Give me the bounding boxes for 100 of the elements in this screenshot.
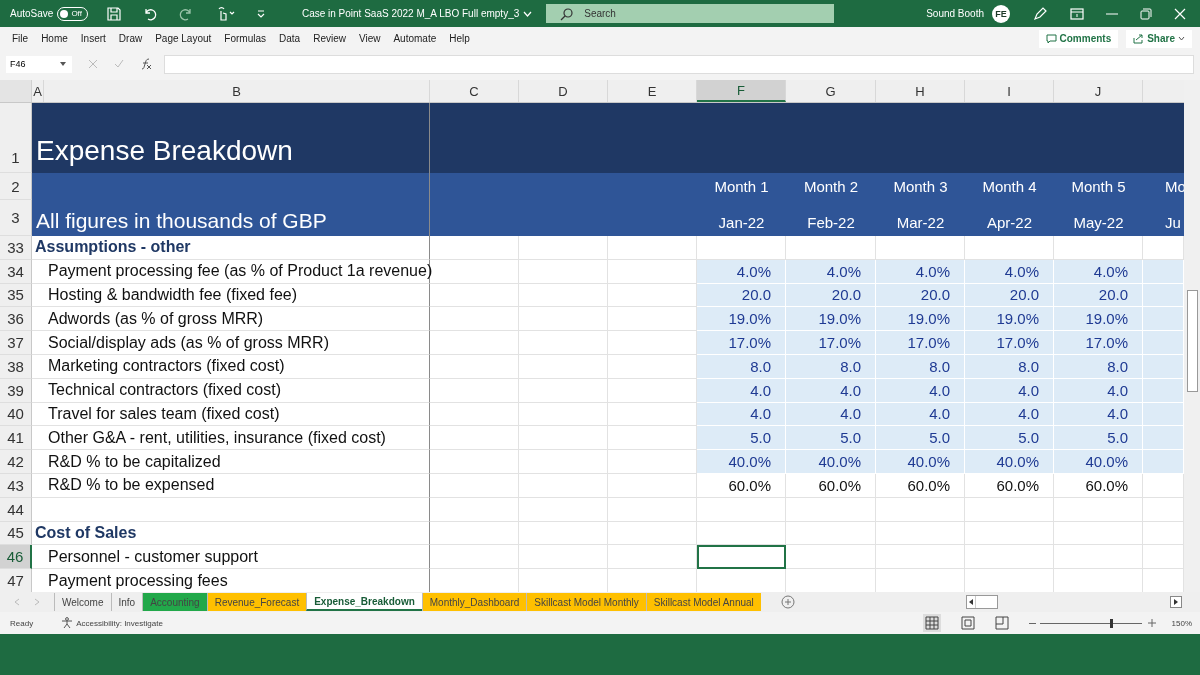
scroll-left-icon[interactable]	[967, 596, 977, 608]
table-cell: 60.0%	[786, 473, 876, 498]
table-cell: 17.0%	[876, 331, 965, 355]
row-header[interactable]: 40	[0, 402, 32, 427]
row-header[interactable]: 1	[0, 103, 32, 173]
sheet-title: Expense Breakdown	[36, 135, 293, 167]
autosave-label: AutoSave	[10, 8, 54, 19]
row-header[interactable]: 3	[0, 200, 32, 236]
menu-tab[interactable]: Data	[273, 33, 307, 44]
close-icon[interactable]	[1174, 7, 1186, 20]
column-header[interactable]: G	[786, 80, 876, 102]
horizontal-scrollbar[interactable]	[966, 595, 999, 609]
table-cell: 4.0%	[1054, 259, 1143, 284]
share-button[interactable]: Share	[1126, 29, 1192, 48]
table-cell: 19.0%	[786, 307, 876, 332]
menu-tab[interactable]: File	[6, 33, 35, 44]
comments-button[interactable]: Comments	[1038, 29, 1119, 48]
month-label: Month 2	[803, 178, 859, 195]
menu-tab[interactable]: Formulas	[218, 33, 273, 44]
column-header[interactable]: J	[1054, 80, 1143, 102]
row-header[interactable]: 43	[0, 473, 32, 498]
accessibility-icon	[61, 617, 74, 629]
row-header[interactable]: 44	[0, 497, 32, 522]
menu-tab[interactable]: Review	[307, 33, 352, 44]
table-cell: 5.0	[1054, 426, 1143, 451]
table-cell: 20.0	[965, 283, 1054, 308]
column-header[interactable]: D	[519, 80, 608, 102]
sheet-tab[interactable]: Revenue_Forecast	[206, 593, 307, 611]
column-header[interactable]: A	[32, 80, 44, 102]
name-box[interactable]: F46	[6, 55, 72, 73]
date-label: Apr-22	[987, 214, 1032, 231]
table-cell	[1143, 402, 1184, 427]
table-cell[interactable]	[697, 545, 786, 570]
search-field[interactable]: Search	[546, 4, 835, 23]
table-cell	[1143, 450, 1184, 474]
menu-tab[interactable]: Page Layout	[149, 33, 218, 44]
page-break-icon[interactable]	[994, 616, 1009, 630]
scroll-right-icon[interactable]	[1170, 596, 1182, 608]
table-cell: 20.0	[1054, 283, 1143, 308]
column-header[interactable]: F	[697, 80, 786, 102]
table-cell: 8.0	[1054, 355, 1143, 379]
column-header[interactable]: B	[44, 80, 430, 102]
customize-icon[interactable]	[255, 8, 266, 19]
share-icon	[1133, 33, 1145, 44]
add-sheet-icon[interactable]	[780, 595, 795, 609]
sheet-tab[interactable]: Welcome	[54, 593, 111, 611]
table-cell: 19.0%	[876, 307, 965, 332]
row-header[interactable]: 2	[0, 173, 32, 200]
date-label: Mar-22	[896, 214, 945, 231]
row-header[interactable]: 38	[0, 355, 32, 379]
sheet-tab[interactable]: Monthly_Dashboard	[421, 593, 527, 611]
row-header[interactable]: 45	[0, 521, 32, 546]
save-icon[interactable]	[105, 5, 122, 22]
restore-icon[interactable]	[1140, 7, 1152, 20]
row-header[interactable]: 36	[0, 307, 32, 332]
zoom-in-icon[interactable]	[1147, 619, 1156, 627]
table-cell: 17.0%	[697, 331, 786, 355]
date-label: Ju	[1165, 214, 1181, 231]
table-cell: 60.0%	[876, 473, 965, 498]
user-name: Sound Booth	[926, 8, 984, 19]
normal-view-icon[interactable]	[922, 614, 941, 632]
table-cell: 40.0%	[697, 450, 786, 474]
column-header[interactable]: C	[430, 80, 519, 102]
function-icon[interactable]	[140, 58, 152, 70]
menu-tab[interactable]: Draw	[112, 33, 149, 44]
menu-tab[interactable]: Automate	[387, 33, 443, 44]
table-cell: 4.0	[876, 378, 965, 403]
formula-field[interactable]	[164, 54, 1194, 74]
ribbon-display-icon[interactable]	[1070, 7, 1084, 20]
row-header[interactable]: 41	[0, 426, 32, 451]
table-cell	[1143, 355, 1184, 379]
row-header[interactable]: 42	[0, 450, 32, 474]
table-cell	[1143, 331, 1184, 355]
user-avatar[interactable]: FE	[992, 4, 1010, 23]
sheet-tab[interactable]: Skillcast Model Monthly	[526, 593, 646, 611]
page-layout-icon[interactable]	[960, 616, 975, 630]
menu-tab[interactable]: Help	[443, 33, 476, 44]
sheet-tab[interactable]: Expense_Breakdown	[306, 593, 422, 611]
menu-tab[interactable]: Home	[35, 33, 74, 44]
table-cell: 5.0	[965, 426, 1054, 451]
row-header[interactable]: 47	[0, 569, 32, 592]
row-header[interactable]: 33	[0, 236, 32, 260]
row-header[interactable]: 35	[0, 283, 32, 308]
zoom-level[interactable]: 150%	[1171, 618, 1192, 628]
pen-icon[interactable]	[1032, 5, 1048, 22]
row-header[interactable]: 39	[0, 378, 32, 403]
menu-tab[interactable]: Insert	[74, 33, 112, 44]
document-title[interactable]: Case in Point SaaS 2022 M_A LBO Full empty_3	[301, 6, 520, 21]
table-cell: 4.0%	[965, 259, 1054, 284]
table-cell: 4.0	[697, 402, 786, 427]
menu-tab[interactable]: View	[352, 33, 387, 44]
column-header[interactable]: I	[965, 80, 1054, 102]
row-header[interactable]: 46	[0, 545, 32, 570]
row-header[interactable]: 34	[0, 259, 32, 284]
accessibility-status[interactable]: Accessibility: Investigate	[61, 617, 163, 629]
chevron-down-icon[interactable]	[523, 10, 533, 17]
row-header[interactable]: 37	[0, 331, 32, 355]
sheet-tab[interactable]: Skillcast Model Annual	[645, 593, 761, 611]
column-header[interactable]: H	[876, 80, 965, 102]
minimize-icon[interactable]	[1106, 12, 1118, 15]
